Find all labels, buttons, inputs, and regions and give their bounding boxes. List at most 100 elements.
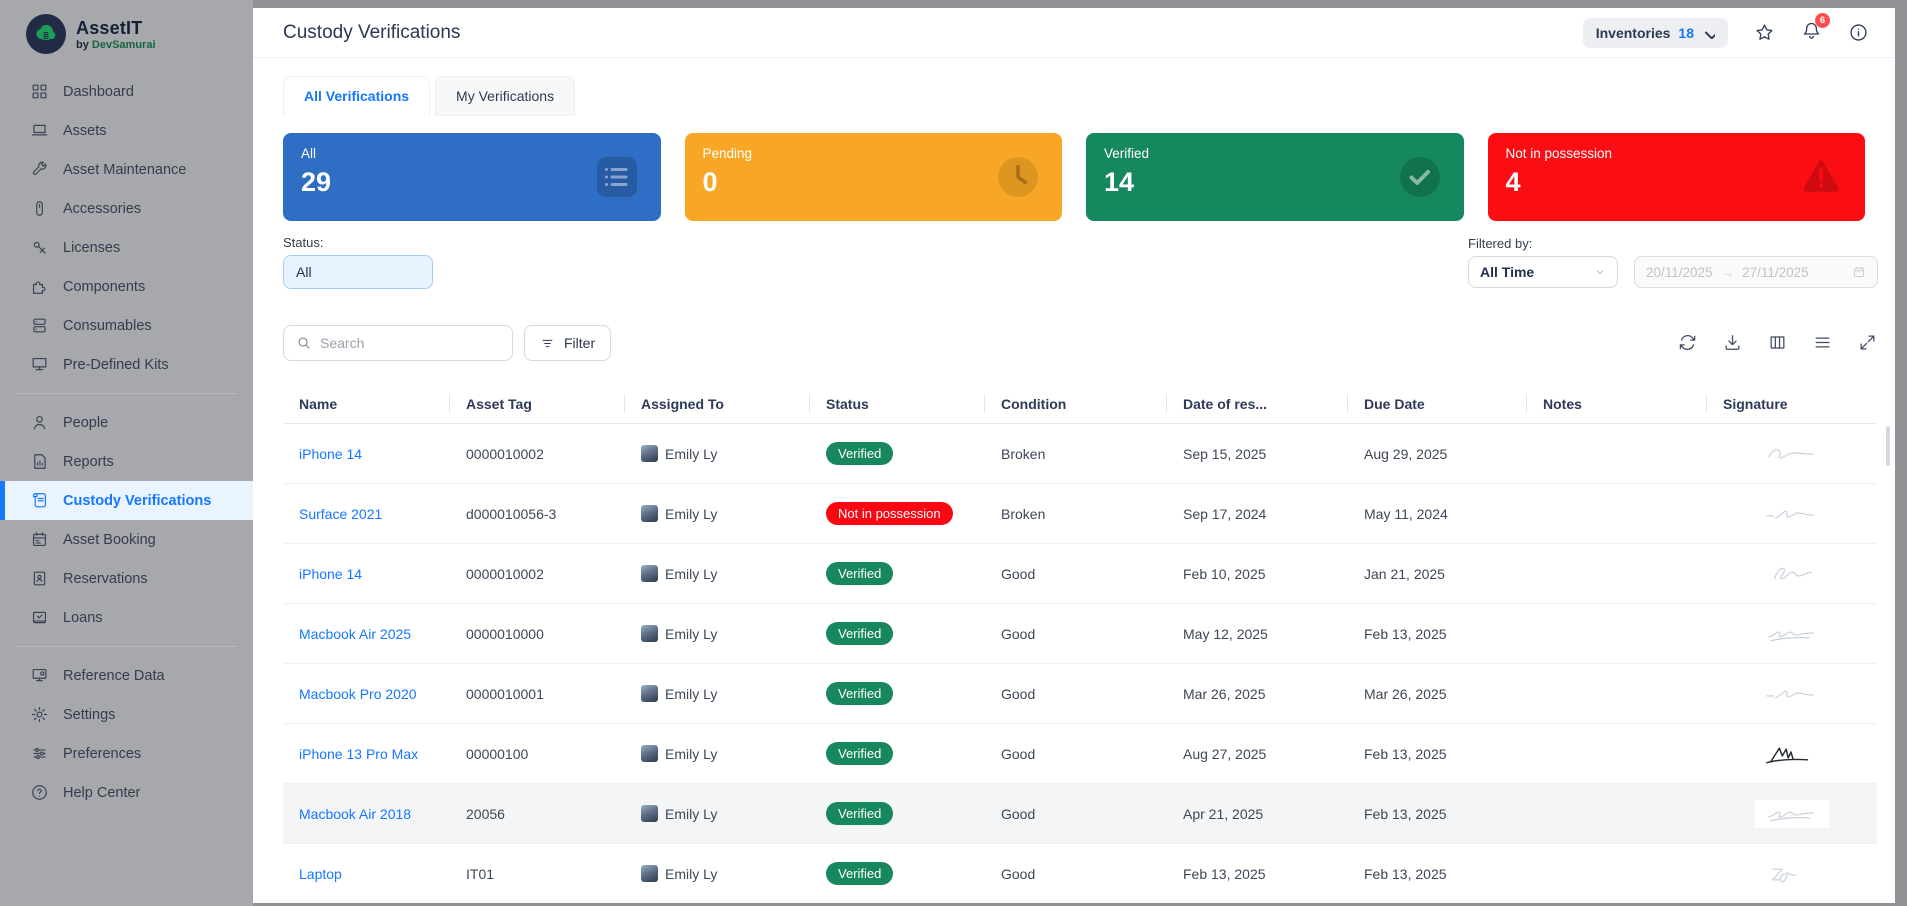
sidebar-item-accessories[interactable]: Accessories	[0, 189, 253, 228]
asset-name-link[interactable]: Macbook Pro 2020	[299, 686, 417, 702]
star-icon[interactable]	[1754, 22, 1775, 43]
avatar	[641, 865, 658, 882]
table-row[interactable]: Surface 2021d000010056-3Emily LyNot in p…	[283, 484, 1877, 544]
inventories-count: 18	[1678, 25, 1694, 41]
table-row[interactable]: iPhone 140000010002Emily LyVerifiedGoodF…	[283, 544, 1877, 604]
table-row[interactable]: Macbook Pro 20200000010001Emily LyVerifi…	[283, 664, 1877, 724]
tab-my-verifications[interactable]: My Verifications	[435, 76, 575, 116]
asset-name-link[interactable]: iPhone 14	[299, 566, 362, 582]
sidebar-item-asset-booking[interactable]: Asset Booking	[0, 520, 253, 559]
stat-card-all[interactable]: All29	[283, 133, 661, 221]
assignee-name: Emily Ly	[665, 626, 717, 642]
sidebar-item-components[interactable]: Components	[0, 267, 253, 306]
sidebar-item-assets[interactable]: Assets	[0, 111, 253, 150]
sidebar-item-loans[interactable]: Loans	[0, 598, 253, 637]
notes-cell	[1527, 604, 1707, 663]
date-range-input[interactable]: 20/11/2025 → 27/11/2025	[1634, 256, 1878, 288]
asset-name-link[interactable]: iPhone 14	[299, 446, 362, 462]
sidebar-item-label: Settings	[63, 707, 115, 723]
column-header-notes[interactable]: Notes	[1527, 384, 1707, 423]
columns-icon[interactable]	[1768, 333, 1787, 352]
sidebar-item-reservations[interactable]: Reservations	[0, 559, 253, 598]
table-row[interactable]: iPhone 13 Pro Max00000100Emily LyVerifie…	[283, 724, 1877, 784]
stat-card-not-in-possession[interactable]: Not in possession4	[1488, 133, 1866, 221]
asset-name-link[interactable]: Macbook Air 2025	[299, 626, 411, 642]
column-header-assigned-to[interactable]: Assigned To	[625, 384, 810, 423]
app-name: AssetIT	[76, 18, 156, 39]
sidebar-item-reference-data[interactable]: Reference Data	[0, 656, 253, 695]
filter-icon	[540, 336, 555, 351]
info-icon[interactable]	[1848, 22, 1869, 43]
column-header-due-date[interactable]: Due Date	[1348, 384, 1527, 423]
assigned-to-cell: Emily Ly	[625, 664, 810, 723]
tab-all-verifications[interactable]: All Verifications	[283, 76, 430, 116]
sidebar-item-dashboard[interactable]: Dashboard	[0, 72, 253, 111]
sidebar-item-pre-defined-kits[interactable]: Pre-Defined Kits	[0, 345, 253, 384]
sidebar-item-label: Dashboard	[63, 84, 134, 100]
due-date-cell: May 11, 2024	[1348, 484, 1527, 543]
sidebar-item-settings[interactable]: Settings	[0, 695, 253, 734]
stat-card-verified[interactable]: Verified14	[1086, 133, 1464, 221]
table-row[interactable]: iPhone 140000010002Emily LyVerifiedBroke…	[283, 424, 1877, 484]
notifications-button[interactable]: 6	[1801, 20, 1822, 46]
sidebar-item-people[interactable]: People	[0, 403, 253, 442]
chevron-down-icon	[1594, 266, 1606, 278]
asset-name-link[interactable]: iPhone 13 Pro Max	[299, 746, 418, 762]
status-cell: Verified	[810, 784, 985, 843]
column-header-status[interactable]: Status	[810, 384, 985, 423]
notes-cell	[1527, 664, 1707, 723]
time-range-select[interactable]: All Time	[1468, 256, 1618, 288]
maintenance-icon	[30, 160, 49, 179]
asset-name-link[interactable]: Surface 2021	[299, 506, 382, 522]
column-header-signature[interactable]: Signature	[1707, 384, 1877, 423]
sidebar-item-asset-maintenance[interactable]: Asset Maintenance	[0, 150, 253, 189]
table-row[interactable]: Macbook Air 20250000010000Emily LyVerifi…	[283, 604, 1877, 664]
sidebar-item-licenses[interactable]: Licenses	[0, 228, 253, 267]
stat-card-label: Verified	[1104, 146, 1446, 161]
date-of-res-cell: Sep 17, 2024	[1167, 484, 1348, 543]
stat-card-value: 29	[301, 167, 643, 198]
sidebar-item-label: Accessories	[63, 201, 141, 217]
components-icon	[30, 277, 49, 296]
due-date-cell: Jan 21, 2025	[1348, 544, 1527, 603]
notes-cell	[1527, 784, 1707, 843]
column-header-asset-tag[interactable]: Asset Tag	[450, 384, 625, 423]
signature-image	[1755, 620, 1829, 648]
search-input[interactable]	[320, 335, 500, 351]
licenses-icon	[30, 238, 49, 257]
asset-name-link[interactable]: Laptop	[299, 866, 342, 882]
table-scrollbar[interactable]	[1886, 426, 1890, 466]
due-date-cell: Aug 29, 2025	[1348, 424, 1527, 483]
signature-cell	[1707, 664, 1877, 723]
stat-card-pending[interactable]: Pending0	[685, 133, 1063, 221]
sidebar-item-label: Reservations	[63, 571, 148, 587]
table-row[interactable]: Macbook Air 201820056Emily LyVerifiedGoo…	[283, 784, 1877, 844]
filter-button[interactable]: Filter	[524, 325, 611, 361]
status-badge: Not in possession	[826, 502, 953, 525]
sidebar-item-help-center[interactable]: Help Center	[0, 773, 253, 812]
signature-image	[1755, 560, 1829, 588]
column-header-condition[interactable]: Condition	[985, 384, 1167, 423]
reservations-icon	[30, 569, 49, 588]
sidebar-item-consumables[interactable]: Consumables	[0, 306, 253, 345]
sidebar-item-preferences[interactable]: Preferences	[0, 734, 253, 773]
sidebar-item-custody-verifications[interactable]: Custody Verifications	[0, 481, 253, 520]
sidebar-item-reports[interactable]: Reports	[0, 442, 253, 481]
search-field	[283, 325, 513, 361]
refresh-icon[interactable]	[1678, 333, 1697, 352]
asset-name-link[interactable]: Macbook Air 2018	[299, 806, 411, 822]
download-icon[interactable]	[1723, 333, 1742, 352]
app-byline: by DevSamurai	[76, 39, 156, 51]
column-header-date-of-res-[interactable]: Date of res...	[1167, 384, 1348, 423]
table-header: NameAsset TagAssigned ToStatusConditionD…	[283, 384, 1877, 424]
inventories-dropdown[interactable]: Inventories 18	[1583, 18, 1728, 48]
list-icon	[595, 155, 639, 199]
density-icon[interactable]	[1813, 333, 1832, 352]
sidebar-item-label: Loans	[63, 610, 103, 626]
date-to: 27/11/2025	[1742, 265, 1809, 280]
asset-tag-cell: 0000010000	[450, 604, 625, 663]
column-header-name[interactable]: Name	[283, 384, 450, 423]
table-row[interactable]: LaptopIT01Emily LyVerifiedGoodFeb 13, 20…	[283, 844, 1877, 903]
status-filter-select[interactable]: All	[283, 255, 433, 289]
expand-icon[interactable]	[1858, 333, 1877, 352]
